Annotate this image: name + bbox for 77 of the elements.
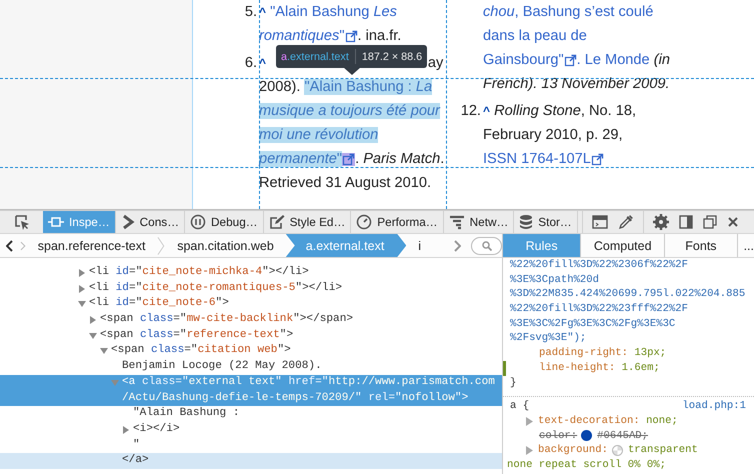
- panel-tab[interactable]: ...: [738, 234, 754, 257]
- css-selector: a {: [510, 399, 530, 414]
- markup-text: <span class="mw-cite-backlink"></span>: [100, 312, 354, 328]
- css-value: %22%20fill%3D%22%2306f%22%2F: [509, 258, 690, 273]
- css-value[interactable]: 1.6em;: [622, 360, 660, 376]
- css-value: %22%20fill%3D%22%23fff%22%2F: [509, 302, 690, 317]
- devtools-tab[interactable]: Cons…: [116, 211, 185, 233]
- reference-link[interactable]: musique a toujours été pour: [259, 103, 440, 119]
- hovered-node-row[interactable]: </a>: [0, 453, 502, 469]
- reference-link[interactable]: romantiques": [259, 28, 344, 44]
- css-property[interactable]: text-decoration:: [538, 414, 640, 429]
- breadcrumb[interactable]: i: [406, 234, 434, 257]
- devtools-tab[interactable]: Style Ed…: [264, 211, 352, 233]
- reference-link[interactable]: "Alain Bashung : La: [304, 79, 432, 95]
- css-value: %3E%3Cpath%20d: [509, 272, 600, 288]
- panel-tab[interactable]: Computed: [581, 234, 666, 257]
- list-number: 6.: [244, 54, 257, 73]
- devtools-tab[interactable]: Debug…: [185, 211, 264, 233]
- reference-link[interactable]: Gainsbourg": [483, 52, 564, 68]
- closing-brace: }: [509, 376, 518, 390]
- markup-text: ": [133, 438, 140, 453]
- reference-text: ay: [428, 55, 444, 71]
- markup-text: <span class="citation web">: [111, 343, 291, 358]
- css-property[interactable]: color:: [539, 428, 578, 444]
- reference-link[interactable]: . Le Monde: [576, 52, 650, 68]
- reference-text: . Paris Match.: [355, 151, 444, 167]
- breadcrumb[interactable]: a.external.text: [286, 234, 406, 257]
- markup-text: </a>: [122, 453, 149, 468]
- css-property[interactable]: line-height:: [539, 360, 616, 376]
- devtools-tab[interactable]: Performa…: [351, 211, 444, 233]
- reference-text: Rolling Stone, No. 18,: [493, 103, 636, 119]
- reference-text: 2008).: [259, 79, 302, 95]
- class-names: .external.text: [287, 50, 349, 62]
- reference-text: Retrieved 31 August 2010.: [259, 175, 432, 191]
- panel-tab[interactable]: Fonts: [665, 234, 738, 257]
- breadcrumb[interactable]: span.reference-text: [26, 234, 158, 257]
- css-value[interactable]: transparent: [628, 443, 698, 458]
- reference-link[interactable]: "Alain Bashung Les: [266, 4, 397, 20]
- backlink[interactable]: ^: [259, 5, 266, 19]
- reference-link[interactable]: ISSN 1764-107L: [483, 151, 591, 167]
- panel-tab[interactable]: Rules: [503, 234, 582, 257]
- markup-text: <li id="cite_note-6">: [89, 296, 229, 312]
- css-property[interactable]: padding-right:: [539, 346, 628, 361]
- css-value: %3E%3C%2Fg%3E%3C%2Fg%3E%3C: [509, 316, 676, 332]
- list-number: 5.: [244, 3, 257, 22]
- css-value: %2Fsvg%3E");: [509, 331, 588, 346]
- css-value: %3D%22M835.424%20699.795l.022%204.885: [509, 287, 746, 302]
- markup-text: <li id="cite_note-romantiques-5"></li>: [89, 280, 342, 296]
- reference-link[interactable]: chou, Bashung s’est coulé: [483, 4, 654, 20]
- markup-text: <span class="reference-text">: [100, 328, 294, 343]
- markup-text: <i></i>: [133, 422, 180, 437]
- breadcrumb[interactable]: span.citation.web: [165, 234, 286, 257]
- css-value[interactable]: none;: [646, 414, 678, 429]
- markup-text: <li id="cite_note-michka-4"></li>: [89, 265, 309, 280]
- devtools-tab[interactable]: Inspe…: [43, 211, 116, 233]
- markup-text: "Alain Bashung :: [133, 406, 240, 422]
- dimensions: 187.2 × 88.6: [362, 50, 422, 62]
- source-link[interactable]: load.php:1: [682, 399, 746, 414]
- reference-text: (in: [652, 52, 670, 68]
- markup-text: Benjamin Locoge (22 May 2008).: [122, 359, 322, 374]
- css-value[interactable]: 13px;: [634, 346, 666, 361]
- reference-link[interactable]: moi une révolution: [259, 127, 378, 143]
- css-property[interactable]: background:: [538, 443, 608, 458]
- selected-node-row[interactable]: <a class="external text" href="http://www.parismatch.com /Actu/Bashung-defie-le-temps-70209/" rel="nofollow">: [0, 374, 502, 406]
- backlink[interactable]: ^: [483, 104, 490, 118]
- backlink[interactable]: ^: [259, 56, 266, 70]
- devtools-tab[interactable]: Netw…: [444, 211, 514, 233]
- list-number: 12.: [460, 102, 481, 121]
- css-value[interactable]: #0645AD;: [597, 428, 648, 444]
- reference-text: February 2010, p. 29,: [483, 127, 623, 143]
- reference-link[interactable]: dans la peau de: [483, 28, 587, 44]
- tag-name: a: [281, 50, 288, 62]
- reference-text: . ina.fr.: [358, 28, 402, 44]
- reference-link[interactable]: permanente": [259, 151, 342, 167]
- css-value: none repeat scroll 0% 0%;: [506, 458, 667, 473]
- devtools-tab[interactable]: Stor…: [514, 211, 578, 233]
- markup-text: <a class="external text" href="http://www.parismatch.com /Actu/Bashung-defie-le-temps-70209/" rel="nofollow">: [122, 374, 495, 406]
